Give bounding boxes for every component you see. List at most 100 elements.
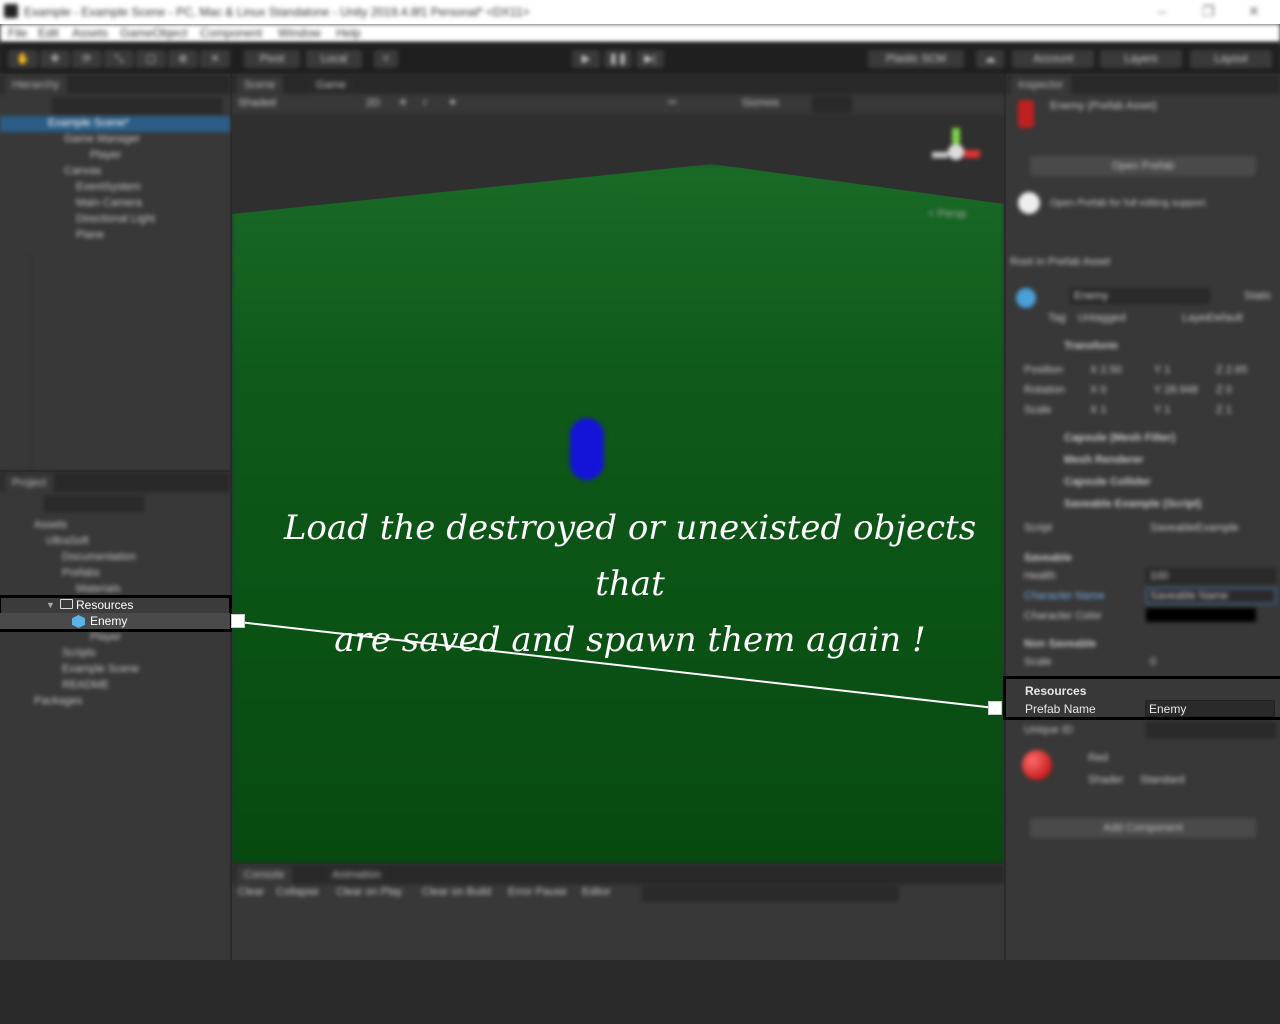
maximize-icon[interactable]: ❐ — [1202, 3, 1215, 20]
tab-game[interactable]: Game — [308, 76, 354, 94]
list-item[interactable]: EventSystem — [76, 181, 141, 193]
rotation-z[interactable]: Z 0 — [1216, 384, 1232, 396]
account-dropdown[interactable]: Account — [1012, 50, 1094, 68]
list-item[interactable]: UltraSoft — [46, 535, 89, 547]
static-toggle[interactable]: Static — [1244, 290, 1272, 302]
scale-z[interactable]: Z 1 — [1216, 404, 1232, 416]
tab-animation[interactable]: Animation — [324, 866, 389, 884]
component-header[interactable]: Capsule (Mesh Filter) — [1064, 432, 1175, 444]
menu-component[interactable]: Component — [200, 26, 262, 40]
list-item[interactable]: Assets — [34, 519, 67, 531]
orientation-gizmo-icon[interactable] — [922, 122, 986, 186]
component-header[interactable]: Saveable Example (Script) — [1064, 498, 1202, 510]
transform-tool-icon[interactable]: ⊕ — [168, 50, 198, 68]
list-item[interactable]: Directional Light — [76, 213, 155, 225]
tab-console[interactable]: Console — [236, 866, 293, 884]
list-item[interactable]: Player — [90, 149, 121, 161]
play-icon[interactable]: ▶ — [572, 50, 600, 68]
menu-help[interactable]: Help — [336, 26, 361, 40]
tag-dropdown[interactable]: Untagged — [1078, 312, 1126, 324]
component-header[interactable]: Capsule Collider — [1064, 476, 1151, 488]
list-item[interactable]: Example Scene — [62, 663, 139, 675]
custom-tool-icon[interactable]: ✕ — [200, 50, 230, 68]
tab-inspector[interactable]: Inspector — [1010, 76, 1072, 94]
unique-id-input[interactable] — [1146, 722, 1276, 738]
console-search-input[interactable] — [642, 885, 898, 901]
list-item[interactable]: Main Camera — [76, 197, 142, 209]
clear-on-build-button[interactable]: Clear on Build — [422, 886, 491, 898]
scene-search-input[interactable] — [812, 96, 852, 112]
close-icon[interactable]: ✕ — [1248, 3, 1260, 20]
script-field[interactable]: SaveableExample — [1150, 522, 1239, 534]
local-button[interactable]: Local — [306, 50, 362, 68]
move-tool-icon[interactable]: ✥ — [40, 50, 70, 68]
resources-folder[interactable]: Resources — [76, 598, 133, 612]
menu-window[interactable]: Window — [278, 26, 321, 40]
cloud-icon[interactable]: ☁ — [976, 50, 1004, 68]
transform-header[interactable]: Transform — [1064, 340, 1118, 352]
tab-scene[interactable]: Scene — [236, 76, 284, 94]
shading-dropdown[interactable]: Shaded — [238, 97, 276, 109]
layer-dropdown[interactable]: Default — [1208, 312, 1243, 324]
menu-gameobject[interactable]: GameObject — [120, 26, 187, 40]
effects-icon[interactable]: ✦ — [448, 96, 457, 109]
list-item[interactable]: Player — [90, 631, 121, 643]
gizmos-dropdown[interactable]: Gizmos — [742, 97, 779, 109]
audio-icon[interactable]: ♪ — [422, 96, 428, 108]
scene-view[interactable]: Scene Game Shaded 2D ☀ ♪ ✦ ✂ Gizmos < Pe… — [232, 74, 1004, 864]
clear-on-play-button[interactable]: Clear on Play — [336, 886, 402, 898]
error-pause-button[interactable]: Error Pause — [508, 886, 567, 898]
expand-arrow-icon[interactable]: ▼ — [46, 600, 55, 610]
scale-field-value[interactable]: 0 — [1150, 656, 1156, 668]
snap-icon[interactable]: ⌗ — [374, 50, 398, 68]
scale-x[interactable]: X 1 — [1090, 404, 1107, 416]
minimize-icon[interactable]: – — [1158, 3, 1166, 19]
menu-edit[interactable]: Edit — [38, 26, 59, 40]
rotation-x[interactable]: X 0 — [1090, 384, 1107, 396]
hand-tool-icon[interactable]: ✋ — [8, 50, 38, 68]
light-icon[interactable]: ☀ — [398, 96, 408, 109]
menu-assets[interactable]: Assets — [72, 26, 108, 40]
position-y[interactable]: Y 1 — [1154, 364, 1170, 376]
list-item[interactable]: Prefabs — [62, 567, 100, 579]
scale-y[interactable]: Y 1 — [1154, 404, 1170, 416]
editor-dropdown[interactable]: Editor — [582, 886, 611, 898]
list-item[interactable]: Documentation — [62, 551, 136, 563]
component-header[interactable]: Mesh Renderer — [1064, 454, 1143, 466]
rotation-y[interactable]: Y 28.948 — [1154, 384, 1198, 396]
tab-hierarchy[interactable]: Hierarchy — [4, 76, 68, 94]
pivot-button[interactable]: Pivot — [244, 50, 300, 68]
list-item[interactable]: Canvas — [64, 165, 101, 177]
persp-label[interactable]: < Persp — [928, 208, 966, 220]
list-item[interactable]: Scripts — [62, 647, 96, 659]
project-search-input[interactable] — [44, 496, 144, 512]
collapse-button[interactable]: Collapse — [276, 886, 319, 898]
hierarchy-search-input[interactable] — [52, 98, 222, 114]
2d-toggle[interactable]: 2D — [366, 97, 380, 109]
list-item[interactable]: README — [62, 679, 109, 691]
clear-button[interactable]: Clear — [238, 886, 264, 898]
rotate-tool-icon[interactable]: ⟳ — [72, 50, 102, 68]
open-prefab-button[interactable]: Open Prefab — [1030, 156, 1256, 176]
layers-dropdown[interactable]: Layers — [1100, 50, 1182, 68]
position-z[interactable]: Z 2.65 — [1216, 364, 1247, 376]
collab-button[interactable]: Plastic SCM — [868, 50, 964, 68]
enemy-asset[interactable]: Enemy — [90, 614, 127, 628]
character-color-swatch[interactable] — [1146, 608, 1256, 622]
enemy-capsule[interactable] — [570, 418, 604, 480]
list-item[interactable]: Plane — [76, 229, 104, 241]
list-item[interactable]: Game Manager — [64, 133, 140, 145]
layout-dropdown[interactable]: Layout — [1190, 50, 1272, 68]
list-item[interactable]: Packages — [34, 695, 82, 707]
tab-project[interactable]: Project — [4, 474, 55, 492]
position-x[interactable]: X 2.50 — [1090, 364, 1122, 376]
scale-tool-icon[interactable]: ⤡ — [104, 50, 134, 68]
tools-icon[interactable]: ✂ — [668, 96, 677, 109]
shader-dropdown[interactable]: Standard — [1140, 774, 1185, 786]
list-item[interactable]: Materials — [76, 583, 121, 595]
add-component-button[interactable]: Add Component — [1030, 818, 1256, 838]
menu-file[interactable]: File — [8, 26, 27, 40]
rect-tool-icon[interactable]: ▢ — [136, 50, 166, 68]
pause-icon[interactable]: ❚❚ — [604, 50, 632, 68]
step-icon[interactable]: ▶| — [636, 50, 664, 68]
